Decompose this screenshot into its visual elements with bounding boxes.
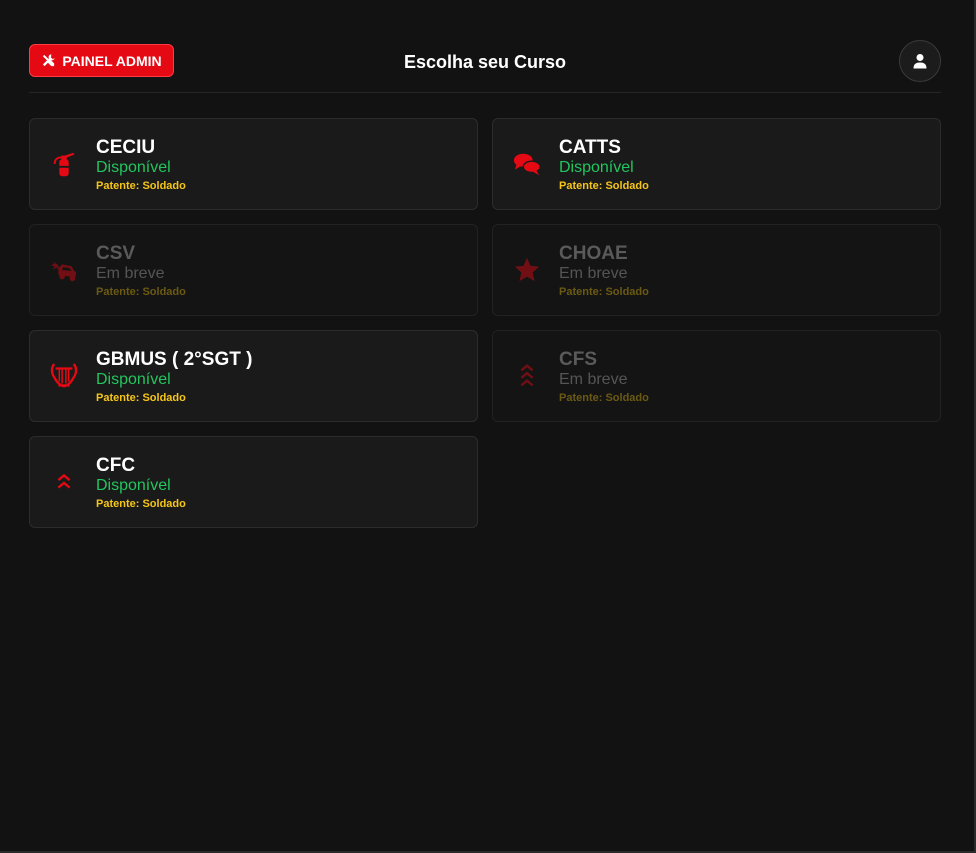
course-status: Disponível — [96, 477, 171, 494]
car-burst-icon — [48, 253, 80, 287]
course-card-csv: CSV Em breve Patente: Soldado — [29, 224, 478, 316]
course-rank: Patente: Soldado — [96, 498, 186, 510]
course-rank: Patente: Soldado — [96, 180, 186, 192]
app-frame: PAINEL ADMIN Escolha seu Curso CECIU Dis… — [0, 0, 976, 853]
course-status: Em breve — [96, 265, 165, 282]
course-card-cfc[interactable]: CFC Disponível Patente: Soldado — [29, 436, 478, 528]
course-card-ceciu[interactable]: CECIU Disponível Patente: Soldado — [29, 118, 478, 210]
course-grid: CECIU Disponível Patente: Soldado CATTS … — [29, 118, 941, 528]
course-card-catts[interactable]: CATTS Disponível Patente: Soldado — [492, 118, 941, 210]
course-name: CFS — [559, 349, 597, 370]
course-status: Disponível — [559, 159, 634, 176]
course-status: Disponível — [96, 159, 171, 176]
course-name: CSV — [96, 243, 136, 264]
page-title: Escolha seu Curso — [403, 52, 567, 72]
course-card-gbmus[interactable]: GBMUS ( 2°SGT ) Disponível Patente: Sold… — [29, 330, 478, 422]
fire-extinguisher-icon — [48, 147, 80, 181]
double-chevron-up-icon — [48, 465, 80, 499]
course-status: Disponível — [96, 371, 171, 388]
course-rank: Patente: Soldado — [96, 392, 186, 404]
course-name: GBMUS ( 2°SGT ) — [96, 349, 253, 370]
course-rank: Patente: Soldado — [559, 392, 649, 404]
header: PAINEL ADMIN Escolha seu Curso — [29, 40, 941, 93]
course-card-choae: CHOAE Em breve Patente: Soldado — [492, 224, 941, 316]
course-rank: Patente: Soldado — [96, 286, 186, 298]
course-card-cfs: CFS Em breve Patente: Soldado — [492, 330, 941, 422]
lyre-icon — [48, 359, 80, 393]
user-profile-button[interactable] — [899, 40, 941, 82]
comments-icon — [511, 147, 543, 181]
triple-chevron-up-icon — [511, 359, 543, 393]
course-rank: Patente: Soldado — [559, 180, 649, 192]
course-status: Em breve — [559, 265, 628, 282]
course-status: Em breve — [559, 371, 628, 388]
course-rank: Patente: Soldado — [559, 286, 649, 298]
course-name: CFC — [96, 455, 136, 476]
course-name: CATTS — [559, 137, 621, 158]
course-name: CECIU — [96, 137, 156, 158]
course-name: CHOAE — [559, 243, 628, 264]
user-icon — [913, 54, 927, 69]
star-icon — [511, 253, 543, 287]
